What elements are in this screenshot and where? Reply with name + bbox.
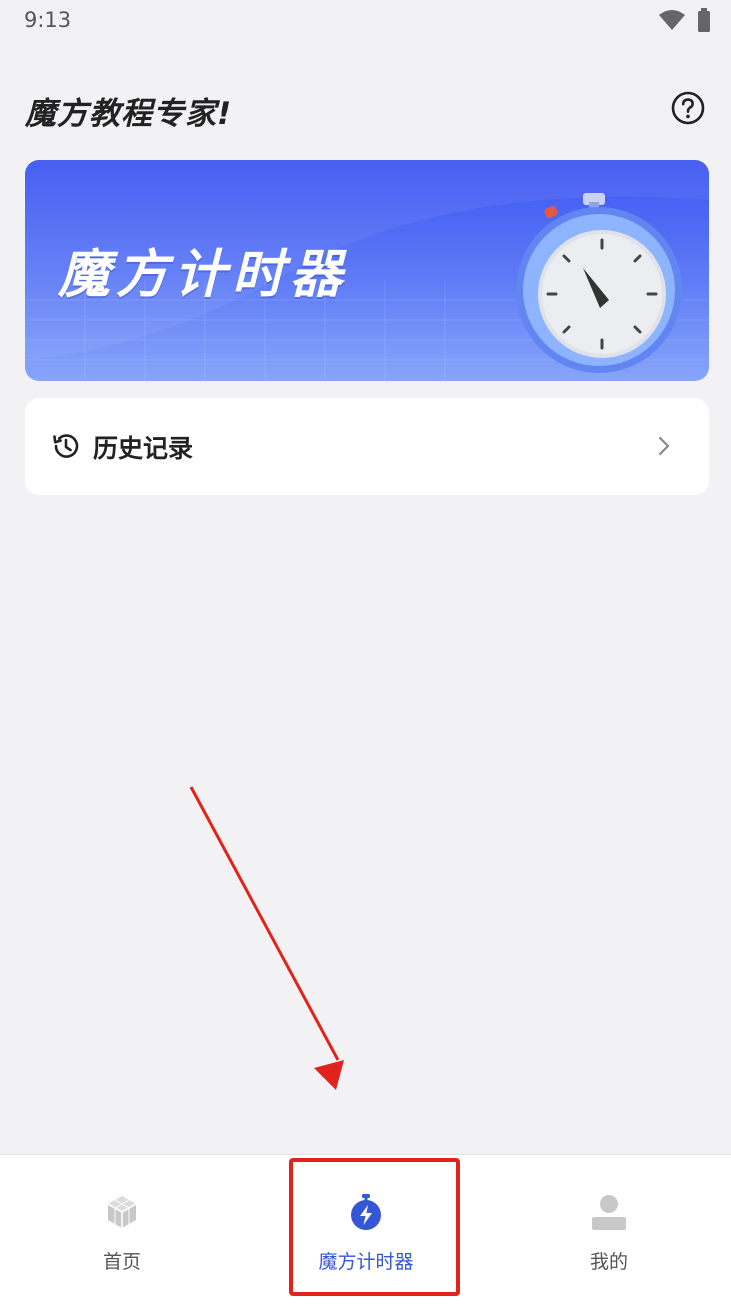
status-time: 9:13 — [24, 8, 72, 32]
chevron-right-icon — [658, 436, 670, 456]
status-bar: 9:13 — [0, 0, 731, 44]
bottom-nav: 首页 魔方计时器 我的 — [0, 1154, 731, 1304]
person-icon — [592, 1195, 626, 1230]
history-record-row[interactable]: 历史记录 — [25, 398, 709, 495]
nav-home-label: 首页 — [102, 1251, 141, 1273]
nav-home[interactable]: 首页 — [0, 1155, 244, 1304]
timer-banner[interactable]: 魔方计时器 — [25, 160, 709, 381]
nav-mine[interactable]: 我的 — [487, 1155, 731, 1304]
banner-title: 魔方计时器 — [58, 245, 349, 305]
nav-mine-label: 我的 — [589, 1251, 628, 1273]
help-icon[interactable] — [671, 91, 705, 125]
nav-timer[interactable]: 魔方计时器 — [244, 1155, 488, 1304]
page-title: 魔方教程专家! — [25, 96, 233, 132]
cube-icon — [107, 1196, 137, 1228]
stopwatch-icon — [516, 193, 682, 373]
timer-icon — [351, 1194, 381, 1230]
history-icon — [53, 434, 79, 458]
battery-icon — [698, 8, 710, 32]
nav-timer-label: 魔方计时器 — [318, 1251, 414, 1273]
wifi-icon — [659, 10, 685, 30]
history-label: 历史记录 — [93, 434, 194, 463]
